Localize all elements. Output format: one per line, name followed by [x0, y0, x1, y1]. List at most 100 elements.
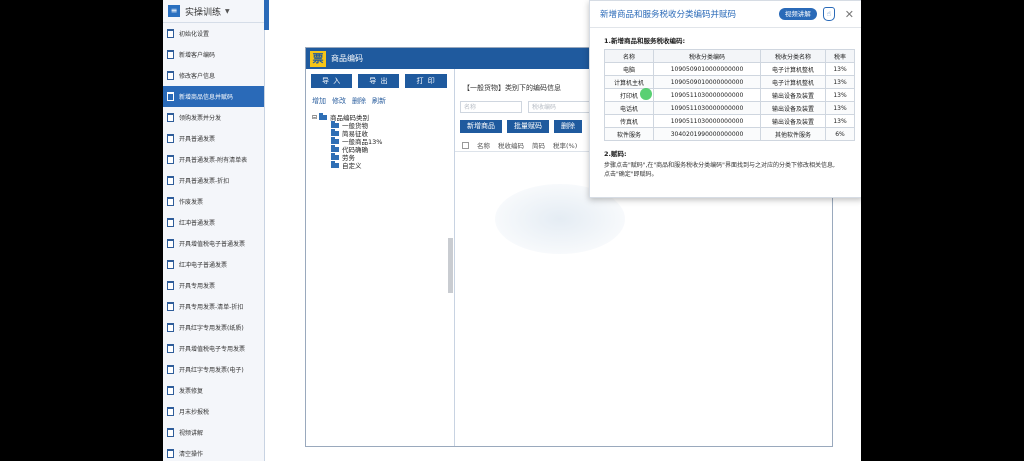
folder-icon	[331, 152, 339, 160]
table-cell: 输出设备及装置	[760, 114, 826, 128]
print-button[interactable]: 打 印	[405, 74, 447, 88]
pane-splitter[interactable]	[448, 238, 453, 293]
sidebar-list: 初始化设置 新增客户编码 修改客户信息 新增商品信息并赋码 领购发票并分发 开具普通发票开…	[163, 23, 264, 461]
table-cell: 电脑	[604, 62, 654, 76]
add-product-button[interactable]: 新增商品	[460, 120, 502, 133]
table-row: 软件服务 3040201990000000000 其他软件服务 6%	[604, 127, 855, 141]
table-cell: 1090511030000000000	[653, 114, 761, 128]
video-tutorial-button[interactable]: 视频讲解	[778, 8, 817, 20]
table-cell: 传真机	[604, 114, 654, 128]
folder-icon	[331, 120, 339, 128]
sidebar-item[interactable]: 新增客户编码	[163, 44, 264, 65]
sidebar-item[interactable]: 作废发票	[163, 191, 264, 212]
sidebar-item[interactable]: 开具红字专用发票(电子)	[163, 359, 264, 380]
sidebar-item[interactable]: 新增商品信息并赋码	[163, 86, 264, 107]
expand-icon[interactable]: ⊟	[312, 114, 317, 121]
document-icon	[167, 134, 174, 143]
sidebar-item[interactable]: 清空操作	[163, 443, 264, 461]
sidebar-item[interactable]: 开具红字专用发票(纸质)	[163, 317, 264, 338]
table-cell: 电子计算机整机	[760, 62, 826, 76]
col-short-code[interactable]: 简码	[532, 140, 545, 150]
sidebar-item-label: 初始化设置	[179, 31, 210, 38]
sidebar-scrollbar[interactable]	[264, 0, 269, 30]
sidebar-item[interactable]: 开具增值税电子专用发票	[163, 338, 264, 359]
table-cell: 1090511030000000000	[653, 88, 761, 102]
select-all-checkbox[interactable]	[462, 141, 469, 149]
th-category: 税收分类名称	[760, 49, 826, 63]
document-icon	[167, 155, 174, 164]
sidebar-item[interactable]: 发票修复	[163, 380, 264, 401]
document-icon	[167, 113, 174, 122]
sidebar-item-label: 领购发票并分发	[179, 115, 222, 122]
folder-icon	[319, 112, 328, 120]
col-name[interactable]: 名称	[477, 140, 490, 150]
document-icon	[167, 344, 174, 353]
sidebar-item-label: 开具红字专用发票(纸质)	[179, 325, 244, 332]
sidebar: ≡ 实操训练 ▼ 初始化设置新增客户编码 修改客户信息新增商品信息并赋码 领购发票并…	[163, 0, 265, 461]
close-icon[interactable]: ✕	[845, 8, 854, 21]
document-icon	[167, 260, 174, 269]
list-icon: ≡	[168, 5, 180, 17]
col-tax-rate[interactable]: 税率(%)	[553, 140, 577, 150]
table-row: 传真机 1090511030000000000 输出设备及装置 13%	[604, 114, 855, 128]
delete-button[interactable]: 删除	[554, 120, 582, 133]
sidebar-item[interactable]: 初始化设置	[163, 23, 264, 44]
sidebar-item-label: 开具红字专用发票(电子)	[179, 367, 244, 374]
sidebar-item[interactable]: 月末抄报税	[163, 401, 264, 422]
document-icon	[167, 92, 174, 101]
sidebar-item-label: 发票修复	[179, 388, 204, 395]
sidebar-item[interactable]: 开具普通发票	[163, 128, 264, 149]
sidebar-item[interactable]: 开具增值税电子普通发票	[163, 233, 264, 254]
code-filter-input[interactable]: 税收编码	[528, 101, 590, 113]
sidebar-item-label: 新增商品信息并赋码	[179, 94, 234, 101]
col-tax-code[interactable]: 税收编码	[498, 140, 524, 150]
folder-icon	[331, 136, 339, 144]
name-filter-input[interactable]: 名称	[460, 101, 522, 113]
delete-category-link[interactable]: 删除	[352, 96, 366, 106]
sidebar-item-label: 红冲普通发票	[179, 220, 216, 227]
refresh-link[interactable]: 刷新	[372, 96, 386, 106]
sidebar-item[interactable]: 视频讲解	[163, 422, 264, 443]
sidebar-item-label: 修改客户信息	[179, 73, 216, 80]
th-code: 税收分类编码	[653, 49, 761, 63]
folder-icon	[331, 128, 339, 136]
table-row: 电脑 1090509010000000000 电子计算机整机 13%	[604, 62, 855, 76]
sidebar-item-label: 开具专用发票	[179, 283, 216, 290]
sidebar-item[interactable]: 红冲电子普通发票	[163, 254, 264, 275]
add-category-link[interactable]: 增加	[312, 96, 326, 106]
table-cell: 电话机	[604, 101, 654, 115]
hand-pointer-icon[interactable]: ☝	[822, 7, 835, 21]
tree-node-label: 自定义	[342, 162, 362, 170]
table-cell: 1090509010000000000	[653, 75, 761, 89]
popup-title: 新增商品和服务税收分类编码并赋码	[600, 10, 737, 20]
sidebar-item-label: 新增客户编码	[179, 52, 216, 59]
folder-icon	[331, 160, 339, 168]
sidebar-header[interactable]: ≡ 实操训练 ▼	[163, 0, 264, 23]
document-icon	[167, 365, 174, 374]
export-button[interactable]: 导 出	[358, 74, 400, 88]
sidebar-title: 实操训练	[185, 7, 222, 18]
sidebar-item[interactable]: 修改客户信息	[163, 65, 264, 86]
sidebar-item[interactable]: 开具普通发票-折扣	[163, 170, 264, 191]
document-icon	[167, 176, 174, 185]
instruction-text-1: 步骤点击"赋码",在"商品和服务税收分类编码"界面找到与之对应的分类下修改相关信…	[604, 162, 835, 169]
sidebar-item[interactable]: 开具专用发票-清单-折扣	[163, 296, 264, 317]
tutorial-popup: 新增商品和服务税收分类编码并赋码 视频讲解 ☝ ✕ 1.新增商品和服务税收编码:…	[589, 0, 861, 198]
table-cell: 13%	[825, 62, 855, 76]
tree-node[interactable]: 自定义	[312, 160, 454, 170]
table-cell: 计算机主机	[604, 75, 654, 89]
table-cell: 13%	[825, 101, 855, 115]
sidebar-item[interactable]: 开具专用发票	[163, 275, 264, 296]
document-icon	[167, 323, 174, 332]
sidebar-item-label: 开具增值税电子专用发票	[179, 346, 246, 353]
import-button[interactable]: 导 入	[311, 74, 353, 88]
sidebar-item[interactable]: 领购发票并分发	[163, 107, 264, 128]
category-pane: 导 入 导 出 打 印 增加 修改 删除 刷新 ⊟ 商品编码类别 一般货物 简易征…	[306, 69, 455, 446]
document-icon	[167, 239, 174, 248]
sidebar-item[interactable]: 红冲普通发票	[163, 212, 264, 233]
batch-assign-button[interactable]: 批量赋码	[507, 120, 549, 133]
table-cell: 电子计算机整机	[760, 75, 826, 89]
sidebar-item-label: 作废发票	[179, 199, 204, 206]
sidebar-item[interactable]: 开具普通发票-附有清单表	[163, 149, 264, 170]
edit-category-link[interactable]: 修改	[332, 96, 346, 106]
